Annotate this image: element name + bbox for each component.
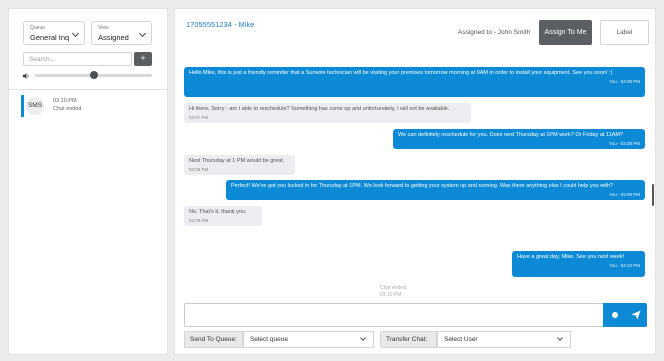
message-incoming: Next Thursday at 1 PM would be great. 03… — [184, 155, 295, 175]
chevron-down-icon — [71, 29, 80, 38]
assign-to-me-button[interactable]: Assign To Me — [539, 20, 592, 45]
queue-caption: Queue — [30, 25, 46, 31]
message-time: You - 03:05 PM — [609, 78, 640, 84]
add-button[interactable]: + — [134, 52, 152, 66]
view-dropdown[interactable]: View Assigned — [91, 21, 152, 45]
view-caption: View — [98, 25, 109, 31]
chat-panel: 17055551234 - Mike Assigned to - John Sm… — [174, 8, 656, 355]
send-to-queue-select[interactable]: Select queue — [243, 331, 374, 348]
message-time: You - 03:08 PM — [609, 140, 640, 146]
message-text: We can definitely reschedule for you. Do… — [398, 132, 623, 138]
assigned-to-text: Assigned to - John Smith — [458, 29, 531, 36]
message-outgoing: Perfect! We've got you locked in for Thu… — [226, 180, 645, 200]
app-frame: Queue General Inq View Assigned Search..… — [8, 8, 656, 355]
chevron-down-icon — [557, 335, 563, 341]
message-incoming: Hi there, Sorry - am I able to reschedul… — [184, 103, 471, 123]
message-time: You - 03:09 PM — [609, 191, 640, 197]
message-list: Hello Mike, this is just a friendly remi… — [175, 67, 655, 299]
active-indicator — [21, 95, 24, 117]
system-message-text: Chat ended. — [380, 285, 408, 291]
send-to-queue-label: Send To Queue: — [184, 331, 243, 348]
sms-avatar: SMS — [26, 97, 44, 115]
message-text: Have a great day, Mike. See you next wee… — [517, 254, 625, 260]
system-message: Chat ended. 03:10 PM — [380, 285, 407, 299]
conversation-sidebar: Queue General Inq View Assigned Search..… — [8, 8, 168, 355]
message-outgoing: We can definitely reschedule for you. Do… — [393, 129, 645, 149]
message-text: Perfect! We've got you locked in for Thu… — [231, 183, 614, 189]
chevron-down-icon — [360, 335, 366, 341]
send-to-queue-value: Select queue — [250, 336, 288, 343]
conversation-snippet: Chat ended. — [53, 106, 83, 112]
slider-handle[interactable] — [90, 71, 98, 79]
conversation-time: 03:10 PM — [53, 98, 77, 104]
send-icon[interactable] — [631, 310, 641, 320]
message-time: You - 03:10 PM — [609, 262, 640, 268]
queue-dropdown[interactable]: Queue General Inq — [23, 21, 85, 45]
message-input[interactable] — [184, 303, 647, 327]
label-button[interactable]: Label — [600, 20, 649, 45]
transfer-user-select[interactable]: Select User — [437, 331, 571, 348]
scrollbar[interactable] — [652, 184, 654, 206]
transfer-chat-label: Transfer Chat: — [380, 331, 437, 348]
message-outgoing: Have a great day, Mike. See you next wee… — [512, 251, 645, 277]
view-value: Assigned — [98, 33, 129, 42]
message-text: Hello Mike, this is just a friendly remi… — [189, 70, 613, 76]
composer-actions — [603, 303, 647, 327]
emoji-icon[interactable] — [612, 312, 618, 318]
message-time: 03:09 PM — [189, 217, 209, 223]
message-incoming: No. That's it, thank you. 03:09 PM — [184, 206, 262, 226]
message-text: No. That's it, thank you. — [189, 209, 247, 215]
message-text: Hi there, Sorry - am I able to reschedul… — [189, 106, 450, 112]
transfer-user-value: Select User — [444, 336, 478, 343]
message-text: Next Thursday at 1 PM would be great. — [189, 158, 285, 164]
message-outgoing: Hello Mike, this is just a friendly remi… — [184, 67, 645, 97]
search-input[interactable]: Search... — [23, 52, 132, 66]
conversation-item[interactable]: SMS 03:10 PM Chat ended. — [21, 95, 161, 117]
message-time: 03:07 PM — [189, 114, 209, 120]
system-message-time: 03:10 PM — [380, 292, 402, 298]
message-time: 03:08 PM — [189, 166, 209, 172]
volume-slider[interactable] — [35, 71, 152, 79]
queue-value: General Inq — [30, 33, 70, 42]
volume-icon[interactable] — [22, 72, 30, 80]
chevron-down-icon — [138, 29, 147, 38]
divider — [9, 89, 167, 90]
chat-contact-title[interactable]: 17055551234 - Mike — [186, 20, 254, 29]
